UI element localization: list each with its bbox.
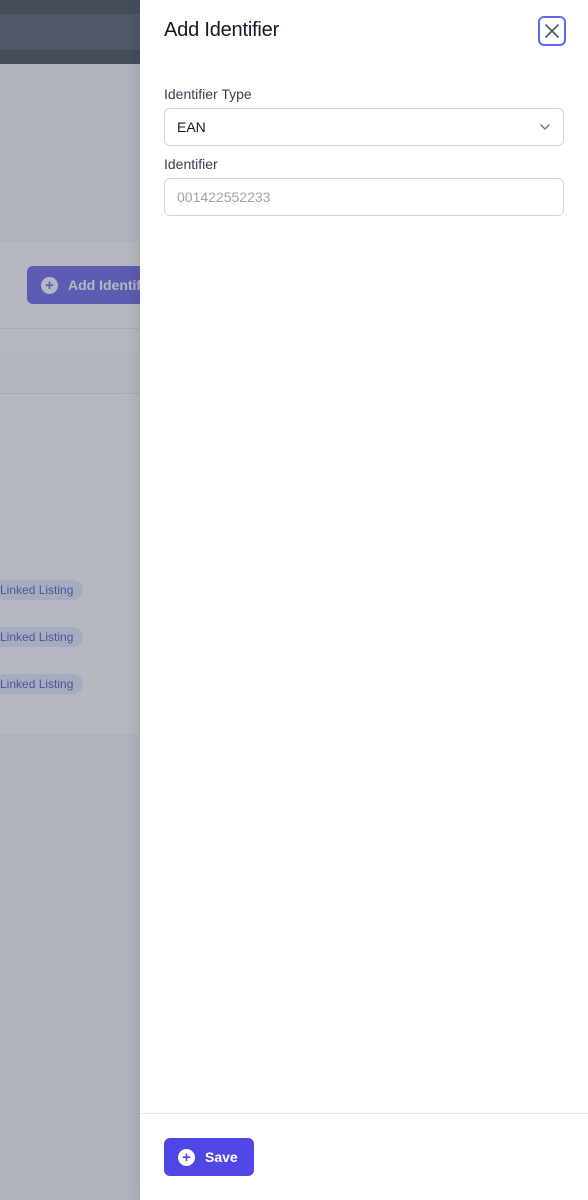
add-identifier-panel: Add Identifier Identifier Type EAN Ident…	[140, 0, 588, 1200]
identifier-type-label: Identifier Type	[164, 86, 252, 102]
panel-title: Add Identifier	[164, 19, 280, 41]
identifier-input[interactable]	[164, 178, 564, 216]
close-icon	[545, 24, 559, 38]
panel-footer: + Save	[140, 1113, 588, 1200]
close-button[interactable]	[538, 16, 566, 46]
identifier-type-value: EAN	[177, 119, 206, 135]
identifier-label: Identifier	[164, 156, 218, 172]
plus-circle-icon: +	[178, 1148, 195, 1166]
chevron-down-icon	[540, 124, 550, 130]
identifier-type-select[interactable]: EAN	[164, 108, 564, 146]
save-button[interactable]: + Save	[164, 1138, 254, 1176]
save-button-label: Save	[205, 1149, 238, 1165]
